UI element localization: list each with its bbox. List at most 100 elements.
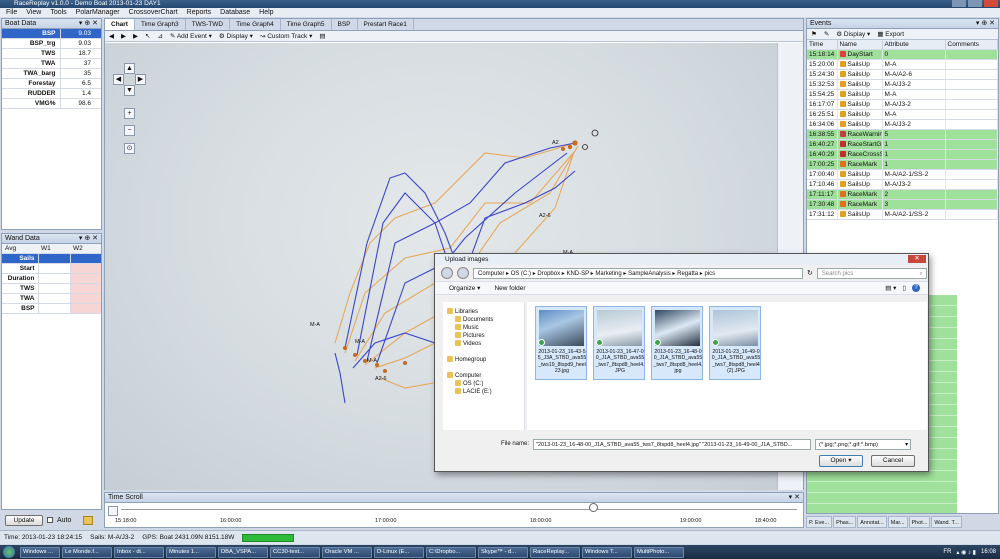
- tray-icons[interactable]: ▴ ◉ ♪ ▮: [956, 549, 976, 556]
- wand-cell[interactable]: [38, 303, 71, 314]
- panel-tab[interactable]: Mar...: [887, 516, 908, 528]
- wand-data-row[interactable]: TWS: [2, 283, 101, 294]
- event-row[interactable]: 15:32:53 SailsUp M-A/J3-2: [807, 79, 998, 90]
- nav-item[interactable]: Homegroup: [443, 356, 524, 364]
- events-col-header[interactable]: Comments: [945, 40, 998, 50]
- event-comments[interactable]: [945, 49, 998, 60]
- event-row[interactable]: 16:38:55 RaceWarningS5: [807, 129, 998, 140]
- language-indicator[interactable]: FR: [943, 549, 951, 555]
- zoom-fit-icon[interactable]: ⊙: [124, 143, 135, 154]
- tab-time-graph5[interactable]: Time Graph5: [281, 19, 332, 30]
- taskbar-item[interactable]: Skype™ - d...: [478, 546, 528, 558]
- wand-data-row[interactable]: Duration: [2, 273, 101, 284]
- wand-cell[interactable]: [38, 283, 71, 294]
- wand-cell[interactable]: [38, 253, 71, 264]
- menu-view[interactable]: View: [26, 8, 41, 17]
- event-comments[interactable]: [945, 59, 998, 70]
- tab-time-graph4[interactable]: Time Graph4: [230, 19, 281, 30]
- start-button[interactable]: [3, 546, 15, 558]
- pan-left-button[interactable]: ◀: [113, 74, 124, 85]
- menu-reports[interactable]: Reports: [187, 8, 212, 17]
- menu-help[interactable]: Help: [259, 8, 273, 17]
- event-row[interactable]: 17:11:17 RaceMark 2: [807, 189, 998, 200]
- wand-cell[interactable]: [38, 273, 71, 284]
- event-row[interactable]: 16:25:51 SailsUp M-A: [807, 109, 998, 120]
- forward-button[interactable]: [457, 267, 469, 279]
- clock[interactable]: 16:08: [981, 549, 996, 555]
- pan-down-button[interactable]: ▼: [124, 85, 135, 96]
- menu-crossoverchart[interactable]: CrossoverChart: [129, 8, 178, 17]
- breadcrumb-item[interactable]: pics: [705, 271, 716, 277]
- taskbar-item[interactable]: RaceReplay...: [530, 546, 580, 558]
- file-type-select[interactable]: (*.jpg;*.png;*.gif;*.bmp) ▾: [815, 438, 912, 450]
- event-comments[interactable]: [945, 89, 998, 100]
- refresh-icon[interactable]: ↻: [807, 269, 813, 277]
- pan-right-button[interactable]: ▶: [135, 74, 146, 85]
- wand-cell[interactable]: [38, 293, 71, 304]
- file-name-input[interactable]: "2013-01-23_16-48-00_J1A_STBD_ava55_tws7…: [533, 438, 812, 450]
- events-export-button[interactable]: ▦ Export: [877, 30, 904, 38]
- boat-data-row[interactable]: BSP_trg 9.03: [2, 38, 101, 49]
- image-file-thumbnail[interactable]: 2013-01-23_16-47-00_J1A_STBD_ava55_tws7_…: [593, 306, 645, 380]
- breadcrumb-item[interactable]: Marketing: [595, 271, 621, 277]
- event-comments[interactable]: [945, 79, 998, 90]
- play-icon[interactable]: ▶: [133, 32, 138, 40]
- event-comments[interactable]: [945, 119, 998, 130]
- event-comments[interactable]: [945, 109, 998, 120]
- wand-data-row[interactable]: Start: [2, 263, 101, 274]
- taskbar-item[interactable]: Minutes 1...: [166, 546, 216, 558]
- custom-track-button[interactable]: ↝ Custom Track ▾: [260, 32, 312, 40]
- event-row[interactable]: 16:40:27 RaceStartGun1: [807, 139, 998, 150]
- breadcrumb-item[interactable]: Computer: [478, 271, 504, 277]
- upload-icon[interactable]: [83, 515, 94, 525]
- tab-chart[interactable]: Chart: [105, 19, 135, 30]
- event-comments[interactable]: [945, 189, 998, 200]
- events-display-button[interactable]: ⚙ Display ▾: [836, 30, 870, 38]
- boat-data-row[interactable]: VMG% 98.6: [2, 98, 101, 109]
- event-row[interactable]: 17:30:48 RaceMark 3: [807, 199, 998, 210]
- event-row[interactable]: 17:10:46 SailsUp M-A/J3-2: [807, 179, 998, 190]
- panel-tab[interactable]: Phot...: [908, 516, 931, 528]
- event-row[interactable]: 15:18:14 DayStart 0: [807, 49, 998, 60]
- select-tool-icon[interactable]: ↖: [145, 32, 150, 40]
- breadcrumb-item[interactable]: Dropbox: [537, 271, 560, 277]
- zoom-in-icon[interactable]: +: [124, 108, 135, 119]
- taskbar-item[interactable]: Le Monde.f...: [62, 546, 112, 558]
- event-row[interactable]: 17:00:25 RaceMark 1: [807, 159, 998, 170]
- auto-checkbox[interactable]: [47, 517, 53, 523]
- breadcrumb-item[interactable]: OS (C:): [511, 271, 531, 277]
- time-slider-thumb[interactable]: [589, 503, 598, 512]
- time-scroll-checkbox[interactable]: [108, 506, 118, 516]
- panel-pin-icon[interactable]: ▾ ⊕ ✕: [79, 19, 98, 29]
- panel-tab[interactable]: Phas...: [833, 516, 857, 528]
- event-comments[interactable]: [945, 179, 998, 190]
- update-button[interactable]: Update: [5, 514, 43, 526]
- nav-item[interactable]: OS (C:): [443, 380, 524, 388]
- event-row[interactable]: 17:31:12 SailsUp M-A/A2-1/SS-2: [807, 209, 998, 220]
- breadcrumb-item[interactable]: Regatta: [677, 271, 698, 277]
- nav-item[interactable]: Videos: [443, 340, 524, 348]
- taskbar-item[interactable]: Oracle VM ...: [322, 546, 372, 558]
- wand-cell[interactable]: [70, 283, 101, 294]
- folder-icon[interactable]: ▤: [319, 32, 325, 40]
- zoom-out-icon[interactable]: −: [124, 125, 135, 136]
- event-row[interactable]: 16:40:29 RaceCrossStar1: [807, 149, 998, 160]
- boat-data-row[interactable]: RUDDER 1.4: [2, 88, 101, 99]
- panel-tab[interactable]: Annotat...: [857, 516, 887, 528]
- image-file-thumbnail[interactable]: 2013-01-23_16-48-00_J1A_STBD_ava55_tws7_…: [651, 306, 703, 380]
- preview-pane-icon[interactable]: ▯: [902, 284, 906, 292]
- boat-data-row[interactable]: Forestay 6.5: [2, 78, 101, 89]
- breadcrumb-item[interactable]: SampleAnalysis: [628, 271, 671, 277]
- tab-bsp[interactable]: BSP: [332, 19, 358, 30]
- event-comments[interactable]: [945, 69, 998, 80]
- event-row[interactable]: 15:20:00 SailsUp M-A: [807, 59, 998, 70]
- event-comments[interactable]: [945, 209, 998, 220]
- wand-cell[interactable]: [70, 293, 101, 304]
- add-event-button[interactable]: ✎ Add Event ▾: [170, 32, 212, 40]
- panel-tab[interactable]: P. Eve...: [806, 516, 833, 528]
- breadcrumb-item[interactable]: KND-SP: [566, 271, 589, 277]
- address-breadcrumb[interactable]: Computer ▸ OS (C:) ▸ Dropbox ▸ KND-SP ▸ …: [473, 267, 803, 279]
- display-button[interactable]: ⚙ Display ▾: [219, 32, 253, 40]
- help-icon[interactable]: ?: [912, 284, 920, 292]
- event-row[interactable]: 16:34:06 SailsUp M-A/J3-2: [807, 119, 998, 130]
